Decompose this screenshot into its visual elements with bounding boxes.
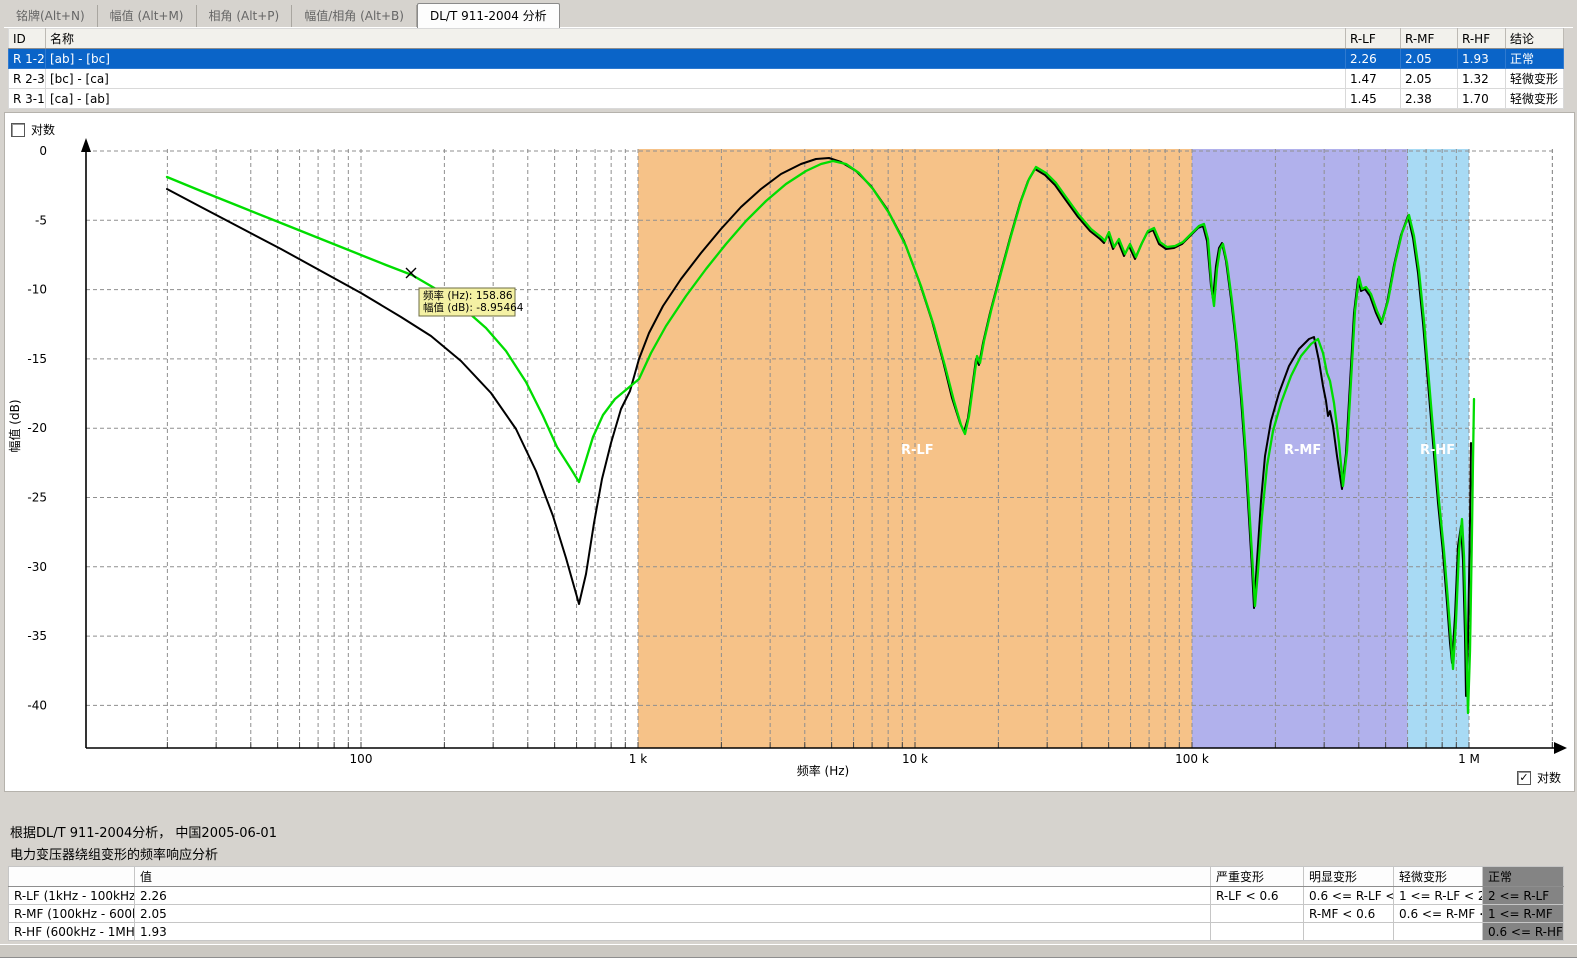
analysis-cell: 2.26	[135, 887, 1211, 905]
x-tick-label: 100 k	[1175, 752, 1209, 766]
analysis-standard-text: 根据DL/T 911-2004分析， 中国2005-06-01	[10, 822, 277, 841]
analysis-cell: 2.05	[135, 905, 1211, 923]
band-label-r-mf: R-MF	[1284, 443, 1321, 458]
x-tick-label: 1 M	[1458, 752, 1480, 766]
checkbox-checked-icon[interactable]: ✓	[1517, 771, 1531, 785]
analysis-cell: 0.6 <= R-HF	[1483, 923, 1564, 941]
analysis-cell	[1211, 923, 1304, 941]
analysis-cell: 1 <= R-LF < 2	[1394, 887, 1483, 905]
analysis-col-header-5: 正常	[1483, 867, 1564, 887]
y-tick-label: -15	[27, 352, 47, 366]
frequency-response-chart[interactable]: 0 -5 -10 -15 -20 -25 -30 -35 -40 幅值 (dB) 100 1 k 10 …	[1, 1, 1577, 958]
y-tick-label: -40	[27, 698, 47, 712]
analysis-table-body: R-LF (1kHz - 100kHz)2.26R-LF < 0.60.6 <=…	[9, 887, 1564, 941]
analysis-table-header-row: 值严重变形明显变形轻微变形正常	[9, 867, 1564, 887]
y-tick-label: -10	[27, 283, 47, 297]
chart-panel: 0 -5 -10 -15 -20 -25 -30 -35 -40 幅值 (dB) 100 1 k 10 …	[4, 112, 1575, 792]
tooltip-line: 频率 (Hz): 158.86	[423, 289, 513, 302]
horizontal-scrollbar[interactable]	[0, 944, 1577, 958]
analysis-cell: 0.6 <= R-MF < 1	[1394, 905, 1483, 923]
x-axis-title: 频率 (Hz)	[797, 763, 850, 778]
y-tick-label: -25	[27, 491, 47, 505]
x-tick-label: 10 k	[902, 752, 928, 766]
y-tick-label: 0	[39, 144, 47, 158]
checkbox-unchecked-icon[interactable]	[11, 123, 25, 137]
y-tick-label: -20	[27, 421, 47, 435]
analysis-row-1: R-LF (1kHz - 100kHz)2.26R-LF < 0.60.6 <=…	[9, 887, 1564, 905]
analysis-row-2: R-MF (100kHz - 600kHz)2.05 R-MF < 0.60.6 …	[9, 905, 1564, 923]
analysis-table: 值严重变形明显变形轻微变形正常 R-LF (1kHz - 100kHz)2.26…	[8, 866, 1564, 941]
log-checkbox-top[interactable]: 对数	[11, 121, 55, 138]
analysis-cell: R-LF (1kHz - 100kHz)	[9, 887, 135, 905]
x-axis-arrow-icon	[1554, 742, 1567, 754]
analysis-cell: R-LF < 0.6	[1211, 887, 1304, 905]
y-tick-label: -5	[35, 213, 47, 227]
analysis-col-header-2: 严重变形	[1211, 867, 1304, 887]
application-window: { "tabs": { "items": [ {"label": "铭牌(Alt…	[0, 0, 1577, 957]
analysis-cell: R-MF (100kHz - 600kHz)	[9, 905, 135, 923]
analysis-cell: R-MF < 0.6	[1304, 905, 1394, 923]
x-tick-label: 1 k	[629, 752, 647, 766]
y-axis-arrow-icon	[81, 138, 91, 152]
log-checkbox-bottom[interactable]: ✓ 对数	[1517, 769, 1561, 786]
analysis-cell: R-HF (600kHz - 1MHz)	[9, 923, 135, 941]
analysis-cell: 2 <= R-LF	[1483, 887, 1564, 905]
y-tick-label: -35	[27, 629, 47, 643]
band-label-r-lf: R-LF	[901, 443, 934, 458]
analysis-cell: 0.6 <= R-LF < 1	[1304, 887, 1394, 905]
analysis-col-header-0	[9, 867, 135, 887]
analysis-col-header-1: 值	[135, 867, 1211, 887]
y-axis-title: 幅值 (dB)	[7, 399, 22, 452]
analysis-cell	[1304, 923, 1394, 941]
analysis-col-header-3: 明显变形	[1304, 867, 1394, 887]
analysis-cell	[1394, 923, 1483, 941]
y-tick-label: -30	[27, 560, 47, 574]
analysis-cell: 1.93	[135, 923, 1211, 941]
analysis-col-header-4: 轻微变形	[1394, 867, 1483, 887]
x-tick-label: 100	[350, 752, 373, 766]
log-checkbox-top-label: 对数	[31, 121, 55, 138]
tooltip-line: 幅值 (dB): -8.95464	[423, 301, 524, 314]
analysis-cell	[1211, 905, 1304, 923]
band-label-r-hf: R-HF	[1420, 443, 1455, 458]
analysis-title-text: 电力变压器绕组变形的频率响应分析	[10, 844, 218, 863]
analysis-cell: 1 <= R-MF	[1483, 905, 1564, 923]
log-checkbox-bottom-label: 对数	[1537, 769, 1561, 786]
analysis-row-3: R-HF (600kHz - 1MHz)1.93 0.6 <= R-HF	[9, 923, 1564, 941]
